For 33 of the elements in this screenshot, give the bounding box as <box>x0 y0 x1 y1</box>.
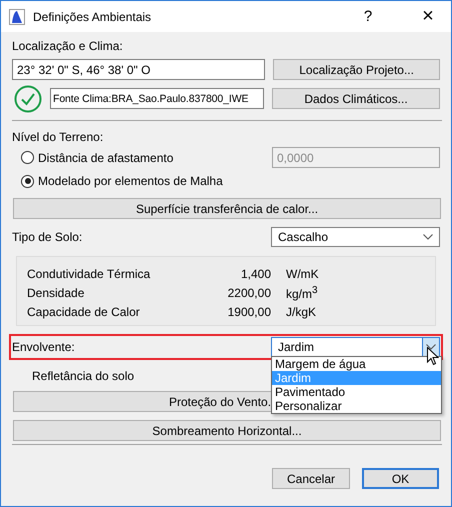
cancel-button[interactable]: Cancelar <box>272 468 350 489</box>
ground-reflectance-label: Refletância do solo <box>32 369 134 383</box>
help-button[interactable]: ? <box>345 1 391 32</box>
section-label: Nível do Terreno: <box>12 130 104 144</box>
soil-type-label: Tipo de Solo: <box>12 230 82 244</box>
radio-button[interactable]: Distância de afastamento <box>21 148 174 166</box>
dropdown-option[interactable]: Personalizar <box>272 399 441 413</box>
ok-button[interactable]: OK <box>362 468 439 489</box>
coordinates-field[interactable]: 23° 32' 0" S, 46° 38' 0" O <box>12 59 266 80</box>
climate-source-field[interactable]: Fonte Clima:BRA_Sao.Paulo.837800_IWE <box>50 88 264 109</box>
window-title: Definições Ambientais <box>33 10 152 24</box>
climate-data-button[interactable]: Dados Climáticos... <box>272 88 440 109</box>
horizontal-shading-button[interactable]: Sombreamento Horizontal... <box>13 420 441 441</box>
radio-button[interactable]: Modelado por elementos de Malha <box>21 172 440 190</box>
section-label: Localização e Clima: <box>12 39 124 53</box>
heat-transfer-surface-button[interactable]: Superfície transferência de calor... <box>13 198 441 219</box>
property-value: 1,400 <box>240 266 271 280</box>
property-name: Condutividade Térmica <box>27 266 152 280</box>
dropdown-option[interactable]: Margem de água <box>272 357 441 371</box>
close-button[interactable]: × <box>405 1 451 32</box>
property-unit: J/kgK <box>286 304 316 318</box>
property-unit: W/mK <box>286 266 319 280</box>
property-value: 1900,00 <box>226 304 271 318</box>
chevron-down-icon <box>426 344 436 350</box>
property-unit: kg/m$^{3}$ <box>286 284 318 300</box>
property-value: 2200,00 <box>226 286 271 300</box>
soil-type-dropdown[interactable]: Cascalho <box>271 227 440 247</box>
property-name: Capacidade de Calor <box>27 304 141 318</box>
surroundings-label: Envolvente: <box>12 340 75 354</box>
property-name: Densidade <box>27 286 86 300</box>
project-location-button[interactable]: Localização Projeto... <box>273 59 440 80</box>
chevron-down-icon <box>423 234 433 240</box>
app-icon <box>9 8 25 24</box>
